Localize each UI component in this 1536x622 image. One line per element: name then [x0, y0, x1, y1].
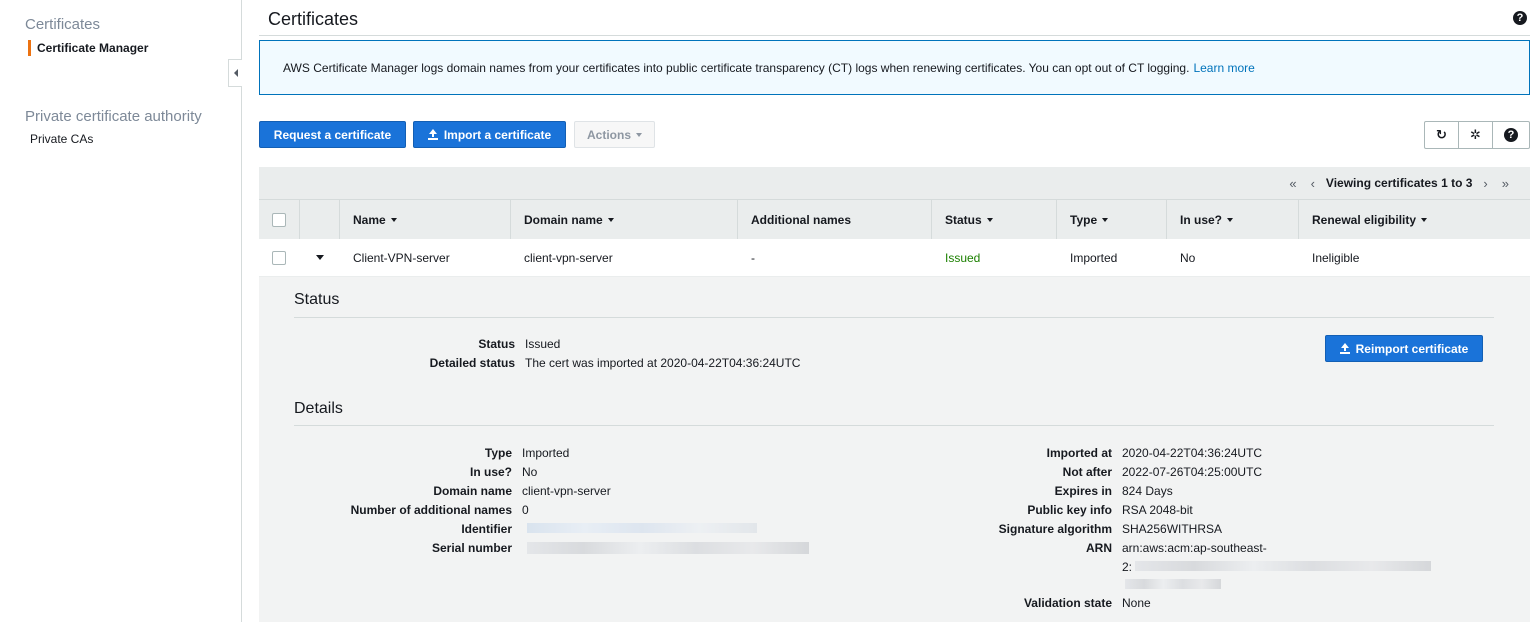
redacted-serial: [527, 542, 809, 554]
help-icon: ?: [1504, 128, 1518, 142]
certificates-table: « ‹ Viewing certificates 1 to 3 › » Name…: [259, 167, 1530, 277]
refresh-icon: ↻: [1436, 127, 1447, 142]
details-section-title: Details: [294, 400, 343, 417]
next-page-icon[interactable]: ›: [1483, 176, 1487, 191]
reimport-certificate-button[interactable]: Reimport certificate: [1325, 335, 1483, 362]
title-divider: [259, 35, 1530, 36]
sort-icon: [1421, 217, 1428, 222]
cell-renewal: Ineligible: [1312, 250, 1360, 265]
redacted-identifier: [527, 523, 757, 533]
detail-public-key-info: Public key info RSA 2048-bit: [1027, 503, 1193, 517]
table-row[interactable]: Client-VPN-server client-vpn-server - Is…: [259, 239, 1530, 277]
last-page-icon[interactable]: »: [1502, 176, 1509, 191]
banner-text: AWS Certificate Manager logs domain name…: [283, 60, 1190, 75]
pagination: « ‹ Viewing certificates 1 to 3 › »: [259, 167, 1530, 199]
page-title: Certificates: [268, 9, 359, 29]
cell-name: Client-VPN-server: [353, 250, 450, 265]
cell-in-use: No: [1180, 250, 1196, 265]
import-certificate-button[interactable]: Import a certificate: [413, 121, 566, 148]
column-type[interactable]: Type: [1070, 200, 1109, 239]
detail-expires-in: Expires in 824 Days: [1054, 484, 1173, 498]
request-certificate-button[interactable]: Request a certificate: [259, 121, 406, 148]
chevron-left-icon: [233, 69, 238, 77]
actions-dropdown[interactable]: Actions: [574, 121, 655, 148]
column-in-use[interactable]: In use?: [1180, 200, 1234, 239]
column-name[interactable]: Name: [353, 200, 397, 239]
settings-button[interactable]: ✲: [1459, 122, 1493, 148]
request-certificate-label: Request a certificate: [273, 127, 392, 142]
learn-more-link[interactable]: Learn more: [1193, 61, 1254, 75]
detail-serial-number: Serial number: [431, 541, 512, 555]
status-field: Status Issued: [478, 337, 561, 351]
sidebar-section-private-ca: Private certificate authority: [25, 108, 202, 125]
sidebar-section-certificates: Certificates: [25, 16, 101, 33]
table-header: Name Domain name Additional names Status…: [259, 199, 1530, 240]
sort-icon: [986, 217, 993, 222]
cell-status: Issued: [945, 250, 981, 265]
sidebar-item-private-cas[interactable]: Private CAs: [30, 132, 93, 146]
refresh-button[interactable]: ↻: [1425, 122, 1459, 148]
certificate-detail-panel: Status Status Issued Detailed status The c…: [259, 277, 1530, 622]
detail-arn-continued: 2:: [1122, 560, 1133, 574]
detail-not-after: Not after 2022-07-26T04:25:00UTC: [1062, 465, 1263, 479]
reimport-certificate-label: Reimport certificate: [1355, 341, 1469, 356]
upload-icon: [427, 129, 438, 140]
status-section-title: Status: [294, 291, 340, 308]
detail-in-use: In use? No: [469, 465, 538, 479]
import-certificate-label: Import a certificate: [443, 127, 552, 142]
sidebar-item-certificate-manager[interactable]: Certificate Manager: [28, 40, 148, 56]
detail-signature-algorithm: Signature algorithm SHA256WITHRSA: [998, 522, 1223, 536]
help-icon[interactable]: ?: [1513, 11, 1527, 25]
section-divider: [294, 317, 1494, 318]
detail-arn: ARN arn:aws:acm:ap-southeast-: [1086, 541, 1267, 555]
cell-type: Imported: [1070, 250, 1118, 265]
actions-label: Actions: [586, 127, 631, 142]
select-all-checkbox[interactable]: [272, 212, 286, 227]
cell-domain: client-vpn-server: [524, 250, 613, 265]
detail-type: Type Imported: [484, 446, 570, 460]
detail-identifier: Identifier: [461, 522, 512, 536]
expand-caret-icon[interactable]: [316, 255, 324, 260]
chevron-down-icon: [636, 132, 642, 137]
column-renewal-eligibility[interactable]: Renewal eligibility: [1312, 200, 1428, 239]
sidebar: Certificates Certificate Manager Private…: [0, 0, 242, 622]
sort-icon: [1227, 217, 1234, 222]
prev-page-icon[interactable]: ‹: [1311, 176, 1315, 191]
cell-additional: -: [751, 250, 755, 265]
detailed-status-field: Detailed status The cert was imported at …: [429, 356, 801, 370]
column-domain-name[interactable]: Domain name: [524, 200, 614, 239]
column-additional-names: Additional names: [751, 212, 852, 227]
redacted-arn-tail: [1125, 579, 1221, 589]
info-banner: AWS Certificate Manager logs domain name…: [259, 40, 1530, 95]
section-divider: [294, 425, 1494, 426]
detail-additional-names-count: Number of additional names 0: [350, 503, 529, 517]
detail-imported-at: Imported at 2020-04-22T04:36:24UTC: [1046, 446, 1263, 460]
sort-icon: [607, 217, 614, 222]
help-button[interactable]: ?: [1493, 122, 1529, 148]
gear-icon: ✲: [1470, 127, 1481, 142]
row-checkbox[interactable]: [272, 250, 286, 265]
pager-text: Viewing certificates 1 to 3: [1325, 176, 1473, 190]
sidebar-collapse-button[interactable]: [228, 59, 242, 87]
redacted-arn: [1135, 561, 1431, 571]
first-page-icon[interactable]: «: [1289, 176, 1296, 191]
detail-domain-name: Domain name client-vpn-server: [433, 484, 611, 498]
sort-icon: [390, 217, 397, 222]
detail-validation-state: Validation state None: [1023, 596, 1151, 610]
sort-icon: [1102, 217, 1109, 222]
column-status[interactable]: Status: [945, 200, 993, 239]
upload-icon: [1339, 343, 1350, 354]
table-tools: ↻ ✲ ?: [1424, 121, 1530, 149]
